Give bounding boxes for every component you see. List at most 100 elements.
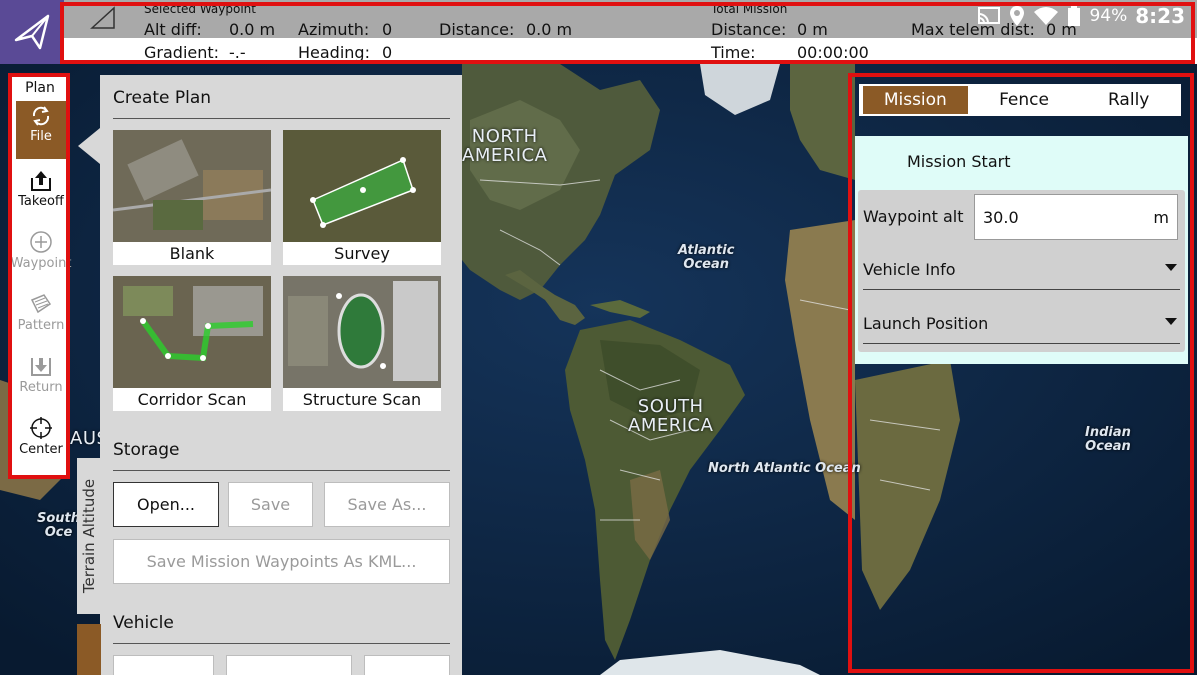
app-logo[interactable] [0,0,64,64]
template-blank[interactable]: Blank [113,130,271,265]
heading-label: Heading: [298,43,370,62]
tool-pattern-label: Pattern [17,318,65,333]
storage-title: Storage [113,440,180,460]
waypoint-alt-label: Waypoint alt [863,207,964,226]
create-plan-divider [113,118,450,119]
save-as-button[interactable]: Save As... [324,482,450,527]
alt-diff-value: 0.0 m [229,20,276,39]
heading-value: 0 [382,43,393,62]
azimuth-value: 0 [382,20,393,39]
corridor-scan-thumbnail [113,276,271,388]
structure-scan-thumbnail [283,276,441,388]
total-mission-title: Total Mission [711,2,788,16]
total-distance-value: 0 m [797,20,828,39]
tab-fence[interactable]: Fence [972,84,1077,116]
map-label-north-atlantic: North Atlantic Ocean [708,461,861,476]
open-button[interactable]: Open... [113,482,219,527]
chevron-down-icon [1165,318,1177,325]
vehicle-title: Vehicle [113,613,174,633]
template-survey[interactable]: Survey [283,130,441,265]
cast-icon [978,7,1001,24]
save-button[interactable]: Save [228,482,313,527]
launch-position-dropdown[interactable]: Launch Position [863,304,1180,344]
waypoint-alt-input[interactable]: 30.0 m [974,194,1178,240]
clock: 8:23 [1135,4,1185,28]
tool-waypoint[interactable]: Waypoint [11,226,71,284]
system-tray: 94% 8:23 [977,4,1185,28]
template-structure-scan-label: Structure Scan [302,390,422,409]
vehicle-button-1[interactable] [113,655,214,675]
waypoint-alt-unit: m [1153,208,1169,227]
mission-panel: Mission Fence Rally Mission Start Waypoi… [855,80,1188,674]
pattern-icon [30,294,52,314]
crosshair-icon [30,417,52,439]
blank-thumbnail [113,130,271,242]
plan-toolbar-title: Plan [25,80,55,96]
template-blank-label: Blank [169,244,215,263]
return-icon [31,358,51,376]
battery-percent: 94% [1089,6,1128,26]
tool-return[interactable]: Return [16,350,66,408]
tool-file-label: File [30,129,52,144]
template-structure-scan[interactable]: Structure Scan [283,276,441,411]
vehicle-button-3[interactable] [364,655,450,675]
terrain-altitude-tab[interactable]: Terrain Altitude [77,458,101,614]
create-plan-title: Create Plan [113,88,212,108]
plus-circle-icon [30,231,52,253]
file-panel: Create Plan Blank Survey Corridor Scan S… [100,75,462,675]
template-corridor-scan-label: Corridor Scan [137,390,247,409]
plan-toolbar: Plan File Takeoff Waypoint Pattern Retur… [11,76,71,476]
vehicle-info-label: Vehicle Info [863,260,956,279]
distance-value: 0.0 m [526,20,573,39]
map-label-south-america: SOUTH AMERICA [628,396,714,436]
map-label-north-america: NORTH AMERICA [462,126,548,166]
total-time-value: 00:00:00 [797,43,869,62]
terrain-altitude-label: Terrain Altitude [80,478,99,594]
template-survey-label: Survey [334,244,390,263]
mission-tabs: Mission Fence Rally [859,84,1181,116]
battery-icon [1068,5,1081,26]
tool-pattern[interactable]: Pattern [16,288,66,346]
gradient-label: Gradient: [144,43,220,62]
panel-pointer [78,128,100,164]
waypoint-alt-value: 30.0 [983,208,1019,227]
signal-strength-icon [90,6,115,29]
vehicle-button-2[interactable] [226,655,352,675]
tool-center-label: Center [19,442,63,457]
vehicle-divider [113,643,450,644]
secondary-side-tab[interactable] [77,624,101,675]
template-corridor-scan[interactable]: Corridor Scan [113,276,271,411]
tool-file[interactable]: File [16,101,66,159]
storage-divider [113,470,450,471]
launch-position-label: Launch Position [863,314,989,333]
location-icon [1010,6,1025,26]
distance-label: Distance: [439,20,515,39]
selected-waypoint-title: Selected Waypoint [144,2,256,16]
mission-body: Mission Start Waypoint alt 30.0 m Vehicl… [855,136,1188,364]
gradient-value: -.- [229,43,246,62]
vehicle-info-dropdown[interactable]: Vehicle Info [863,250,1180,290]
tool-takeoff-label: Takeoff [18,194,64,209]
mission-start-label[interactable]: Mission Start [907,152,1010,171]
status-bar: Selected Waypoint Alt diff: 0.0 m Azimut… [0,0,1197,64]
paper-plane-icon [14,14,50,50]
tab-rally[interactable]: Rally [1076,84,1181,116]
sync-icon [32,106,50,126]
tool-takeoff[interactable]: Takeoff [16,164,66,222]
total-distance-label: Distance: [711,20,787,39]
takeoff-icon [31,171,51,191]
map-label-atlantic: Atlantic Ocean [678,243,735,272]
azimuth-label: Azimuth: [298,20,370,39]
tab-mission[interactable]: Mission [863,86,968,114]
tool-center[interactable]: Center [16,412,66,470]
tool-waypoint-label: Waypoint [10,256,72,271]
total-time-label: Time: [711,43,756,62]
alt-diff-label: Alt diff: [144,20,202,39]
save-kml-button[interactable]: Save Mission Waypoints As KML... [113,539,450,584]
map-label-south-ocean: South Oce [37,511,81,540]
mission-settings-card: Waypoint alt 30.0 m Vehicle Info Launch … [858,190,1185,352]
survey-thumbnail [283,130,441,242]
chevron-down-icon [1165,264,1177,271]
tool-return-label: Return [19,380,63,395]
wifi-icon [1034,7,1059,25]
